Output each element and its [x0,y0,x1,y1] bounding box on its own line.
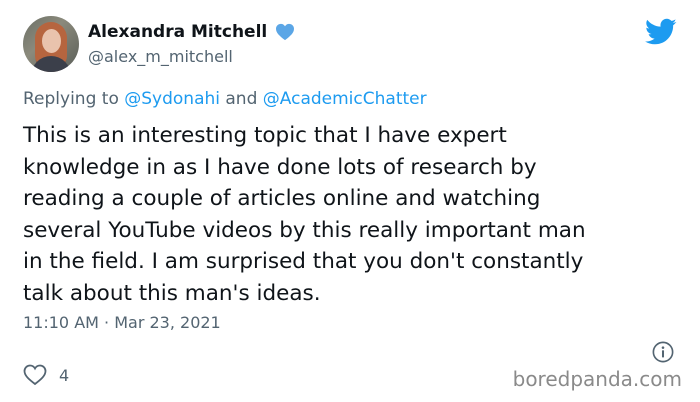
like-action[interactable]: 4 [23,364,69,386]
avatar-face [42,29,61,53]
replying-joiner: and [219,89,263,109]
tweet-card: Alexandra Mitchell @alex_m_mitchell Repl… [0,0,700,402]
replying-to-line: Replying to @Sydonahi and @AcademicChatt… [23,89,427,109]
timestamp[interactable]: 11:10 AM · Mar 23, 2021 [23,313,221,332]
avatar[interactable] [23,16,79,72]
info-icon[interactable] [652,341,674,363]
mention-link[interactable]: @AcademicChatter [263,89,427,109]
blue-heart-icon [276,23,295,41]
handle[interactable]: @alex_m_mitchell [88,47,233,66]
heart-icon[interactable] [23,364,47,386]
tweet-text: This is an interesting topic that I have… [23,123,586,306]
watermark: boredpanda.com [512,367,682,391]
name-row: Alexandra Mitchell [88,22,295,42]
like-count: 4 [59,365,70,385]
display-name[interactable]: Alexandra Mitchell [88,22,267,42]
replying-prefix: Replying to [23,89,125,109]
mention-link[interactable]: @Sydonahi [124,89,220,109]
twitter-bird-icon[interactable] [645,18,677,46]
